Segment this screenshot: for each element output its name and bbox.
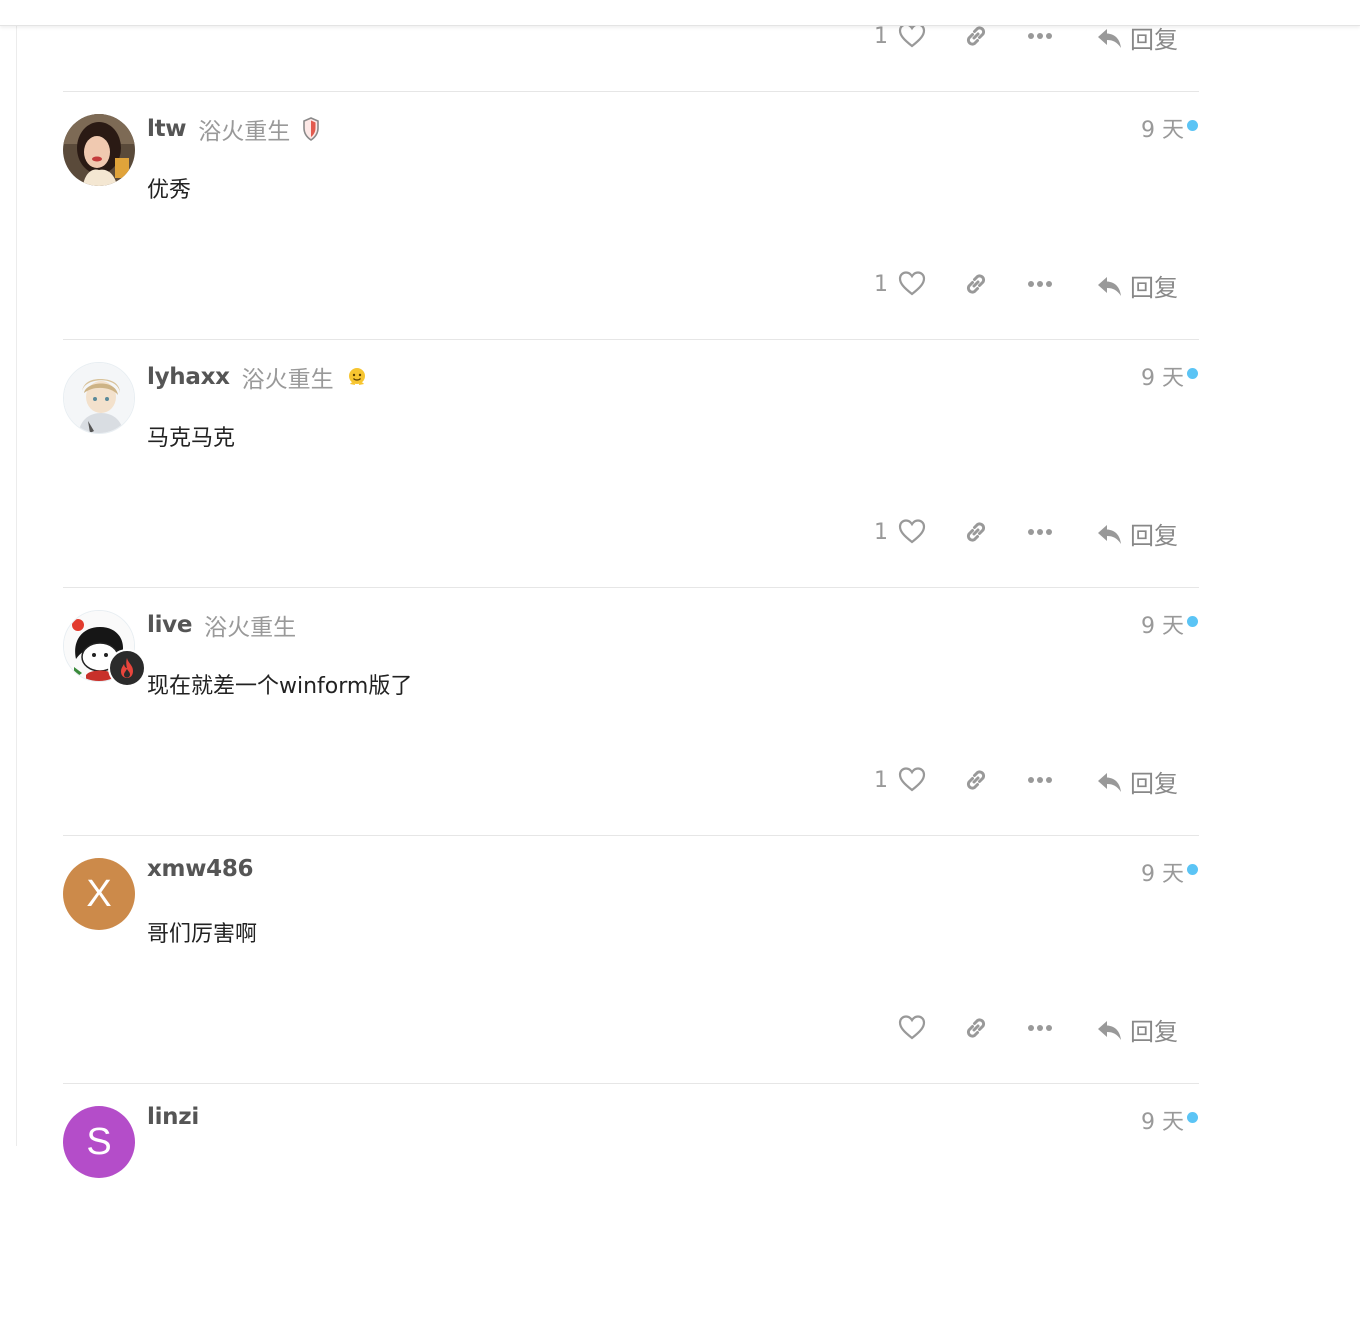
reply-button[interactable]: 回复 — [1096, 516, 1178, 551]
fire-flair-icon — [108, 649, 146, 687]
post-date[interactable]: 9 天 — [1141, 112, 1184, 144]
post: live 浴火重生 9 天 现在就差一个winform版了 1 回复 — [0, 588, 1360, 836]
avatar[interactable] — [63, 362, 135, 434]
unread-indicator — [1187, 1112, 1198, 1123]
reply-arrow-icon — [1098, 772, 1121, 792]
post: ltw 浴火重生 9 天 优秀 1 回复 — [0, 92, 1360, 340]
username[interactable]: linzi — [147, 1104, 199, 1130]
user-photo-avatar — [63, 114, 135, 186]
heart-icon — [898, 271, 926, 296]
avatar[interactable]: X — [63, 858, 135, 930]
heart-icon — [898, 519, 926, 544]
reply-button[interactable]: 回复 — [1096, 764, 1178, 799]
user-title: 浴火重生 — [198, 119, 291, 145]
post-body: 哥们厉害啊 — [147, 922, 258, 947]
link-icon — [966, 1018, 986, 1038]
post-stream: 1 回复 ltw 浴火重生 9 天 优秀 1 回复 lyhaxx 浴火重生 9 … — [0, 0, 1360, 1178]
reply-arrow-icon — [1098, 1020, 1121, 1040]
share-link-button[interactable] — [962, 270, 990, 298]
ellipsis-icon — [1028, 529, 1052, 535]
post: X xmw486 9 天 哥们厉害啊 回复 — [0, 836, 1360, 1084]
like-button[interactable] — [898, 518, 926, 544]
share-link-button[interactable] — [962, 1014, 990, 1042]
avatar[interactable] — [63, 114, 135, 186]
post-author: ltw 浴火重生 — [147, 112, 320, 146]
reply-arrow-icon — [1098, 524, 1121, 544]
like-button[interactable] — [898, 766, 926, 792]
more-actions-button[interactable] — [1026, 1014, 1054, 1042]
post-author: linzi — [147, 1104, 199, 1130]
reply-arrow-icon — [1098, 28, 1121, 48]
smiley-badge-icon[interactable] — [346, 366, 368, 388]
ellipsis-icon — [1028, 281, 1052, 287]
username[interactable]: xmw486 — [147, 856, 254, 882]
heart-icon — [898, 767, 926, 792]
reply-arrow-icon — [1098, 276, 1121, 296]
post-body: 优秀 — [147, 178, 192, 203]
user-title: 浴火重生 — [241, 367, 334, 393]
post-actions: 回复 — [860, 1008, 1200, 1048]
link-icon — [966, 274, 986, 294]
top-header-bar — [0, 0, 1360, 26]
ellipsis-icon — [1028, 33, 1052, 39]
like-count: 1 — [874, 768, 888, 793]
user-title: 浴火重生 — [204, 615, 297, 641]
post-date[interactable]: 9 天 — [1141, 856, 1184, 888]
reply-label: 回复 — [1130, 770, 1178, 798]
unread-indicator — [1187, 616, 1198, 627]
username[interactable]: ltw — [147, 116, 187, 142]
shield-badge-icon[interactable] — [302, 117, 320, 141]
more-actions-button[interactable] — [1026, 518, 1054, 546]
ellipsis-icon — [1028, 1025, 1052, 1031]
like-button[interactable] — [898, 1014, 926, 1040]
ellipsis-icon — [1028, 777, 1052, 783]
unread-indicator — [1187, 864, 1198, 875]
username[interactable]: lyhaxx — [147, 364, 230, 390]
post: S linzi 9 天 — [0, 1084, 1360, 1332]
anime-avatar — [64, 363, 134, 433]
more-actions-button[interactable] — [1026, 22, 1054, 50]
share-link-button[interactable] — [962, 22, 990, 50]
unread-indicator — [1187, 368, 1198, 379]
avatar[interactable]: S — [63, 1106, 135, 1178]
post-author: lyhaxx 浴火重生 — [147, 360, 368, 394]
post-author: live 浴火重生 — [147, 608, 296, 642]
reply-label: 回复 — [1130, 1018, 1178, 1046]
link-icon — [966, 26, 986, 46]
like-count: 1 — [874, 520, 888, 545]
avatar-letter: X — [86, 872, 112, 915]
link-icon — [966, 770, 986, 790]
more-actions-button[interactable] — [1026, 766, 1054, 794]
post-date[interactable]: 9 天 — [1141, 360, 1184, 392]
post-body: 现在就差一个winform版了 — [147, 674, 413, 699]
post-date[interactable]: 9 天 — [1141, 608, 1184, 640]
avatar-letter: S — [86, 1120, 112, 1163]
reply-label: 回复 — [1130, 274, 1178, 302]
post: lyhaxx 浴火重生 9 天 马克马克 1 回复 — [0, 340, 1360, 588]
unread-indicator — [1187, 120, 1198, 131]
reply-button[interactable]: 回复 — [1096, 268, 1178, 303]
post-actions: 1 回复 — [860, 264, 1200, 304]
reply-label: 回复 — [1130, 522, 1178, 550]
like-button[interactable] — [898, 270, 926, 296]
post-date[interactable]: 9 天 — [1141, 1104, 1184, 1136]
like-count: 1 — [874, 272, 888, 297]
share-link-button[interactable] — [962, 766, 990, 794]
reply-button[interactable]: 回复 — [1096, 1012, 1178, 1047]
post-author: xmw486 — [147, 856, 254, 882]
heart-icon — [898, 1015, 926, 1040]
post-actions: 1 回复 — [860, 760, 1200, 800]
share-link-button[interactable] — [962, 518, 990, 546]
username[interactable]: live — [147, 612, 192, 638]
more-actions-button[interactable] — [1026, 270, 1054, 298]
link-icon — [966, 522, 986, 542]
post-actions: 1 回复 — [860, 512, 1200, 552]
like-count: 1 — [874, 24, 888, 49]
post-body: 马克马克 — [147, 426, 236, 451]
